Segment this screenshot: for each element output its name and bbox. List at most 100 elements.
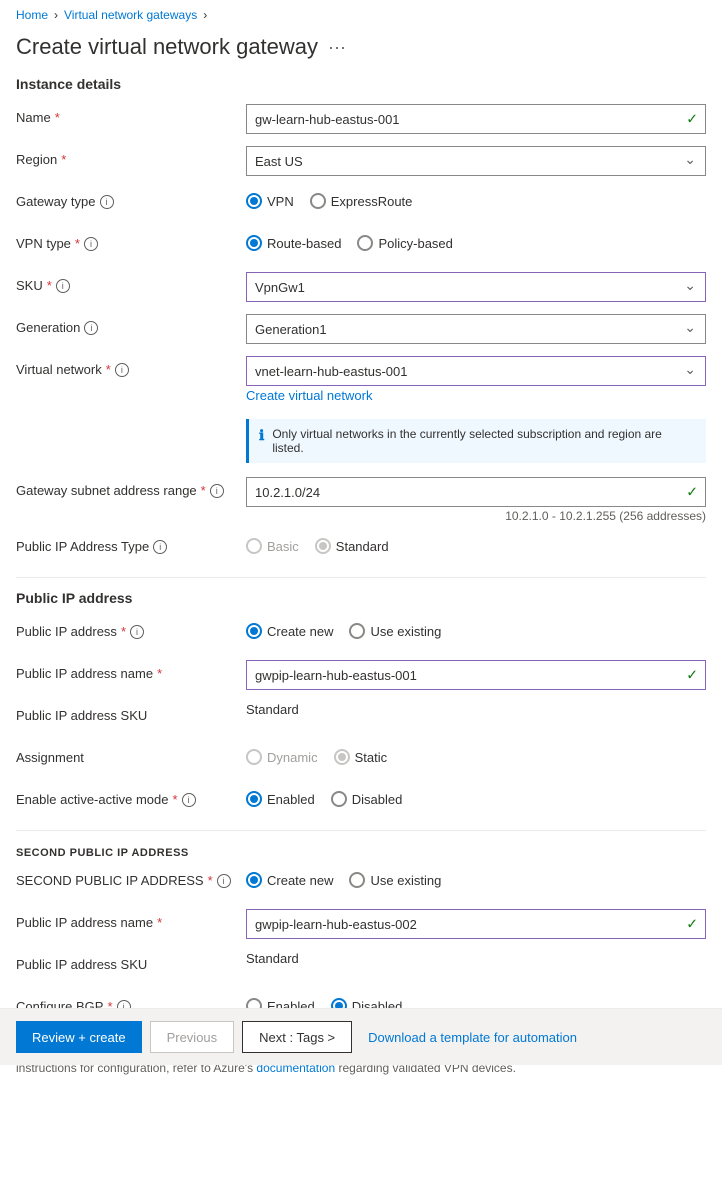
gateway-subnet-info-icon[interactable]: i: [210, 484, 224, 498]
active-active-enabled-label: Enabled: [267, 792, 315, 807]
gateway-type-control: VPN ExpressRoute: [246, 188, 706, 209]
ip-type-basic-label: Basic: [267, 539, 299, 554]
region-select[interactable]: East US: [246, 146, 706, 176]
gateway-subnet-required: *: [201, 483, 206, 498]
second-public-ip-create-new-radio[interactable]: [246, 872, 262, 888]
generation-info-icon[interactable]: i: [84, 321, 98, 335]
name-input-wrapper: ✓: [246, 104, 706, 134]
page-menu-icon[interactable]: ···: [328, 37, 346, 58]
active-active-radio-group: Enabled Disabled: [246, 786, 706, 807]
assignment-label: Assignment: [16, 744, 246, 765]
ip-type-standard-radio[interactable]: [315, 538, 331, 554]
divider-1: [16, 577, 706, 578]
gateway-type-info-icon[interactable]: i: [100, 195, 114, 209]
ip-type-radio-group: Basic Standard: [246, 533, 706, 554]
active-active-disabled-radio[interactable]: [331, 791, 347, 807]
second-public-ip-row: SECOND PUBLIC IP ADDRESS * i Create new …: [16, 867, 706, 899]
second-public-ip-info-icon[interactable]: i: [217, 874, 231, 888]
ip-type-standard[interactable]: Standard: [315, 538, 389, 554]
assignment-dynamic[interactable]: Dynamic: [246, 749, 318, 765]
active-active-enabled[interactable]: Enabled: [246, 791, 315, 807]
sku-select-wrapper: VpnGw1: [246, 272, 706, 302]
public-ip-use-existing-radio[interactable]: [349, 623, 365, 639]
generation-control: Generation1: [246, 314, 706, 344]
generation-select[interactable]: Generation1: [246, 314, 706, 344]
vpn-type-route[interactable]: Route-based: [246, 235, 341, 251]
page-header: Create virtual network gateway ···: [0, 30, 722, 76]
virtual-network-select[interactable]: vnet-learn-hub-eastus-001: [246, 356, 706, 386]
gateway-type-radio-group: VPN ExpressRoute: [246, 188, 706, 209]
download-template-button[interactable]: Download a template for automation: [360, 1024, 585, 1051]
public-ip-name-check-icon: ✓: [686, 667, 698, 684]
public-ip-use-existing[interactable]: Use existing: [349, 623, 441, 639]
footer: Review + create Previous Next : Tags > D…: [0, 1008, 722, 1065]
info-box-row: ℹ Only virtual networks in the currently…: [16, 413, 706, 469]
active-active-control: Enabled Disabled: [246, 786, 706, 807]
gateway-subnet-note: 10.2.1.0 - 10.2.1.255 (256 addresses): [246, 509, 706, 523]
gateway-type-vpn[interactable]: VPN: [246, 193, 294, 209]
next-button[interactable]: Next : Tags >: [242, 1021, 352, 1053]
second-public-ip-name-required: *: [157, 915, 162, 930]
name-label: Name *: [16, 104, 246, 125]
second-public-ip-name-input[interactable]: [246, 909, 706, 939]
breadcrumb-parent[interactable]: Virtual network gateways: [64, 8, 197, 22]
sku-control: VpnGw1: [246, 272, 706, 302]
public-ip-name-required: *: [157, 666, 162, 681]
public-ip-sku-label: Public IP address SKU: [16, 702, 246, 723]
info-box-icon: ℹ: [259, 427, 264, 444]
generation-label: Generation i: [16, 314, 246, 335]
gateway-type-vpn-radio[interactable]: [246, 193, 262, 209]
virtual-network-select-wrapper: vnet-learn-hub-eastus-001: [246, 356, 706, 386]
second-public-ip-create-new[interactable]: Create new: [246, 872, 333, 888]
vpn-type-route-radio[interactable]: [246, 235, 262, 251]
assignment-dynamic-radio[interactable]: [246, 749, 262, 765]
ip-type-basic-radio[interactable]: [246, 538, 262, 554]
create-virtual-network-link[interactable]: Create virtual network: [246, 388, 706, 403]
vpn-type-control: Route-based Policy-based: [246, 230, 706, 251]
public-ip-name-input[interactable]: [246, 660, 706, 690]
second-public-ip-use-existing[interactable]: Use existing: [349, 872, 441, 888]
public-ip-label: Public IP address * i: [16, 618, 246, 639]
active-active-disabled[interactable]: Disabled: [331, 791, 403, 807]
second-public-ip-sku-value: Standard: [246, 945, 299, 966]
breadcrumb-home[interactable]: Home: [16, 8, 48, 22]
breadcrumb-sep1: ›: [54, 8, 58, 22]
divider-2: [16, 830, 706, 831]
vpn-type-policy[interactable]: Policy-based: [357, 235, 452, 251]
vpn-type-policy-radio[interactable]: [357, 235, 373, 251]
gateway-type-expressroute-radio[interactable]: [310, 193, 326, 209]
active-active-info-icon[interactable]: i: [182, 793, 196, 807]
second-public-ip-name-control: ✓: [246, 909, 706, 939]
second-public-ip-use-existing-radio[interactable]: [349, 872, 365, 888]
second-public-ip-sku-row: Public IP address SKU Standard: [16, 951, 706, 983]
instance-details-title: Instance details: [16, 76, 706, 92]
sku-info-icon[interactable]: i: [56, 279, 70, 293]
public-ip-section-title: Public IP address: [16, 590, 706, 606]
previous-button[interactable]: Previous: [150, 1021, 235, 1053]
region-label: Region *: [16, 146, 246, 167]
assignment-static-radio[interactable]: [334, 749, 350, 765]
virtual-network-info-icon[interactable]: i: [115, 363, 129, 377]
public-ip-use-existing-label: Use existing: [370, 624, 441, 639]
sku-select[interactable]: VpnGw1: [246, 272, 706, 302]
second-public-ip-sku-label: Public IP address SKU: [16, 951, 246, 972]
vpn-type-info-icon[interactable]: i: [84, 237, 98, 251]
gateway-subnet-input[interactable]: [246, 477, 706, 507]
name-input[interactable]: [246, 104, 706, 134]
public-ip-create-new-radio[interactable]: [246, 623, 262, 639]
gateway-subnet-row: Gateway subnet address range * i ✓ 10.2.…: [16, 477, 706, 523]
active-active-enabled-radio[interactable]: [246, 791, 262, 807]
second-public-ip-sku-control: Standard: [246, 951, 706, 966]
public-ip-create-new[interactable]: Create new: [246, 623, 333, 639]
assignment-static[interactable]: Static: [334, 749, 388, 765]
gateway-type-expressroute[interactable]: ExpressRoute: [310, 193, 413, 209]
second-public-ip-use-existing-label: Use existing: [370, 873, 441, 888]
gateway-subnet-check-icon: ✓: [686, 484, 698, 501]
public-ip-info-icon[interactable]: i: [130, 625, 144, 639]
ip-type-basic[interactable]: Basic: [246, 538, 299, 554]
public-ip-name-row: Public IP address name * ✓: [16, 660, 706, 692]
virtual-network-required: *: [106, 362, 111, 377]
review-create-button[interactable]: Review + create: [16, 1021, 142, 1053]
ip-type-info-icon[interactable]: i: [153, 540, 167, 554]
second-public-ip-create-new-label: Create new: [267, 873, 333, 888]
